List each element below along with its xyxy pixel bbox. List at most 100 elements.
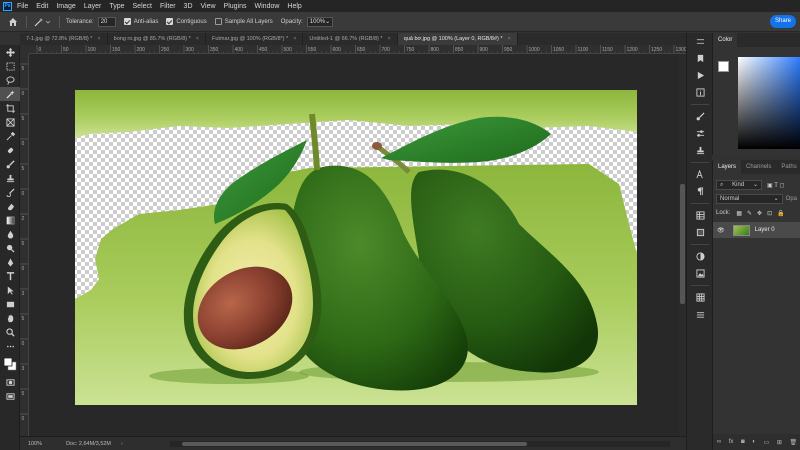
foreground-color-swatch[interactable] xyxy=(718,61,729,72)
tab-document-2[interactable]: bong ro.jpg @ 85.7% (RGB/8) * × xyxy=(108,33,206,45)
tab-paths[interactable]: Paths xyxy=(776,160,800,174)
ruler-label: 2 xyxy=(22,216,25,222)
more-tools-icon[interactable] xyxy=(0,339,20,353)
path-selection-tool-icon[interactable] xyxy=(0,283,20,297)
rectangle-tool-icon[interactable] xyxy=(0,297,20,311)
lasso-tool-icon[interactable] xyxy=(0,73,20,87)
layer-row[interactable]: 👁 Layer 0 xyxy=(713,222,800,238)
eyedropper-tool-icon[interactable] xyxy=(0,129,20,143)
share-button[interactable]: Share xyxy=(770,15,796,28)
adjustment-layer-icon[interactable]: ◐ xyxy=(752,439,756,445)
filter-icons[interactable]: ▣ T ◻ xyxy=(767,182,784,189)
fx-icon[interactable]: fx xyxy=(729,439,734,445)
menu-type[interactable]: Type xyxy=(109,3,124,10)
visibility-eye-icon[interactable]: 👁 xyxy=(717,227,725,234)
properties-icon[interactable] xyxy=(687,306,713,323)
hand-tool-icon[interactable] xyxy=(0,311,20,325)
adjustments-icon[interactable] xyxy=(687,248,713,265)
menu-filter[interactable]: Filter xyxy=(160,3,176,10)
close-icon[interactable]: × xyxy=(196,33,199,45)
blur-tool-icon[interactable] xyxy=(0,227,20,241)
gradient-tool-icon[interactable] xyxy=(0,213,20,227)
eraser-tool-icon[interactable] xyxy=(0,199,20,213)
close-icon[interactable]: × xyxy=(388,33,391,45)
brush-settings-icon[interactable] xyxy=(687,108,713,125)
image-preview-icon[interactable] xyxy=(687,265,713,282)
zoom-level[interactable]: 100% xyxy=(28,441,42,447)
contiguous-checkbox[interactable]: Contiguous xyxy=(166,18,207,25)
home-icon[interactable] xyxy=(6,15,20,29)
close-icon[interactable]: × xyxy=(508,33,511,45)
status-expand-icon[interactable]: › xyxy=(121,441,123,447)
new-layer-icon[interactable]: ⊞ xyxy=(777,439,782,446)
link-layers-icon[interactable]: ∞ xyxy=(717,439,721,445)
menu-file[interactable]: File xyxy=(17,3,28,10)
foreground-background-color-icon[interactable] xyxy=(0,353,20,375)
menu-window[interactable]: Window xyxy=(255,3,280,10)
screen-mode-icon[interactable] xyxy=(0,389,20,403)
tolerance-input[interactable]: 20 xyxy=(97,16,116,27)
tab-document-4[interactable]: Untitled-1 @ 66.7% (RGB/8) * × xyxy=(303,33,398,45)
frame-tool-icon[interactable] xyxy=(0,115,20,129)
sample-all-layers-checkbox[interactable]: Sample All Layers xyxy=(214,18,273,25)
move-tool-icon[interactable] xyxy=(0,45,20,59)
dodge-tool-icon[interactable] xyxy=(0,241,20,255)
add-mask-icon[interactable]: ◙ xyxy=(741,439,745,445)
history-icon[interactable] xyxy=(687,50,713,67)
type-tool-icon[interactable] xyxy=(0,269,20,283)
quick-mask-icon[interactable] xyxy=(0,375,20,389)
grid-icon[interactable] xyxy=(687,289,713,306)
libraries-icon[interactable] xyxy=(687,207,713,224)
crop-tool-icon[interactable] xyxy=(0,101,20,115)
horizontal-scrollbar[interactable] xyxy=(170,441,670,447)
character-icon[interactable] xyxy=(687,166,713,183)
history-brush-tool-icon[interactable] xyxy=(0,185,20,199)
horizontal-scroll-thumb[interactable] xyxy=(182,442,527,446)
menu-view[interactable]: View xyxy=(201,3,216,10)
canvas-area[interactable] xyxy=(29,54,679,436)
vertical-scrollbar[interactable] xyxy=(679,54,686,436)
swatches-icon[interactable] xyxy=(687,224,713,241)
menu-plugins[interactable]: Plugins xyxy=(224,3,247,10)
adjust-sliders-icon[interactable] xyxy=(687,125,713,142)
lock-options-icons[interactable]: ▦✎✥⊡🔒 xyxy=(736,210,789,217)
close-icon[interactable]: × xyxy=(97,33,100,45)
tab-channels[interactable]: Channels xyxy=(741,160,776,174)
menu-select[interactable]: Select xyxy=(133,3,152,10)
play-actions-icon[interactable] xyxy=(687,67,713,84)
paragraph-icon[interactable] xyxy=(687,183,713,200)
menu-edit[interactable]: Edit xyxy=(36,3,48,10)
tab-layers[interactable]: Layers xyxy=(713,160,742,174)
menu-help[interactable]: Help xyxy=(287,3,301,10)
close-icon[interactable]: × xyxy=(293,33,296,45)
info-icon[interactable] xyxy=(687,84,713,101)
anti-alias-checkbox[interactable]: Anti-alias xyxy=(123,18,158,25)
vertical-scroll-thumb[interactable] xyxy=(680,184,685,304)
pen-tool-icon[interactable] xyxy=(0,255,20,269)
opacity-select[interactable]: 100% ⌄ xyxy=(306,16,333,27)
clone-stamp-tool-icon[interactable] xyxy=(0,171,20,185)
menu-3d[interactable]: 3D xyxy=(184,3,193,10)
layer-kind-filter[interactable]: ⌕ Kind ⌄ xyxy=(716,180,762,190)
layer-name[interactable]: Layer 0 xyxy=(755,227,775,233)
menu-layer[interactable]: Layer xyxy=(84,3,102,10)
brush-tool-icon[interactable] xyxy=(0,157,20,171)
magic-wand-preset-icon[interactable] xyxy=(33,16,53,28)
document-canvas[interactable] xyxy=(29,54,679,436)
color-picker-field[interactable] xyxy=(738,57,800,149)
menu-image[interactable]: Image xyxy=(56,3,75,10)
zoom-tool-icon[interactable] xyxy=(0,325,20,339)
tab-document-3[interactable]: Futmar.jpg @ 100% (RGB/8*) * × xyxy=(206,33,304,45)
tab-document-1[interactable]: 7-1.jpg @ 72.8% (RGB/8) * × xyxy=(20,33,108,45)
magic-wand-tool-icon[interactable] xyxy=(0,87,20,101)
panel-options-icon[interactable] xyxy=(687,33,713,50)
tab-color[interactable]: Color xyxy=(713,33,738,47)
clone-source-icon[interactable] xyxy=(687,142,713,159)
blend-mode-select[interactable]: Normal ⌄ xyxy=(716,194,783,204)
new-group-icon[interactable]: ▭ xyxy=(764,439,770,446)
marquee-tool-icon[interactable] xyxy=(0,59,20,73)
healing-brush-tool-icon[interactable] xyxy=(0,143,20,157)
tab-document-active[interactable]: quả bơ.jpg @ 100% (Layer 0, RGB/8#) * × xyxy=(397,33,518,45)
ruler-label: 5 xyxy=(22,166,25,172)
delete-layer-icon[interactable]: 🗑 xyxy=(789,439,797,446)
